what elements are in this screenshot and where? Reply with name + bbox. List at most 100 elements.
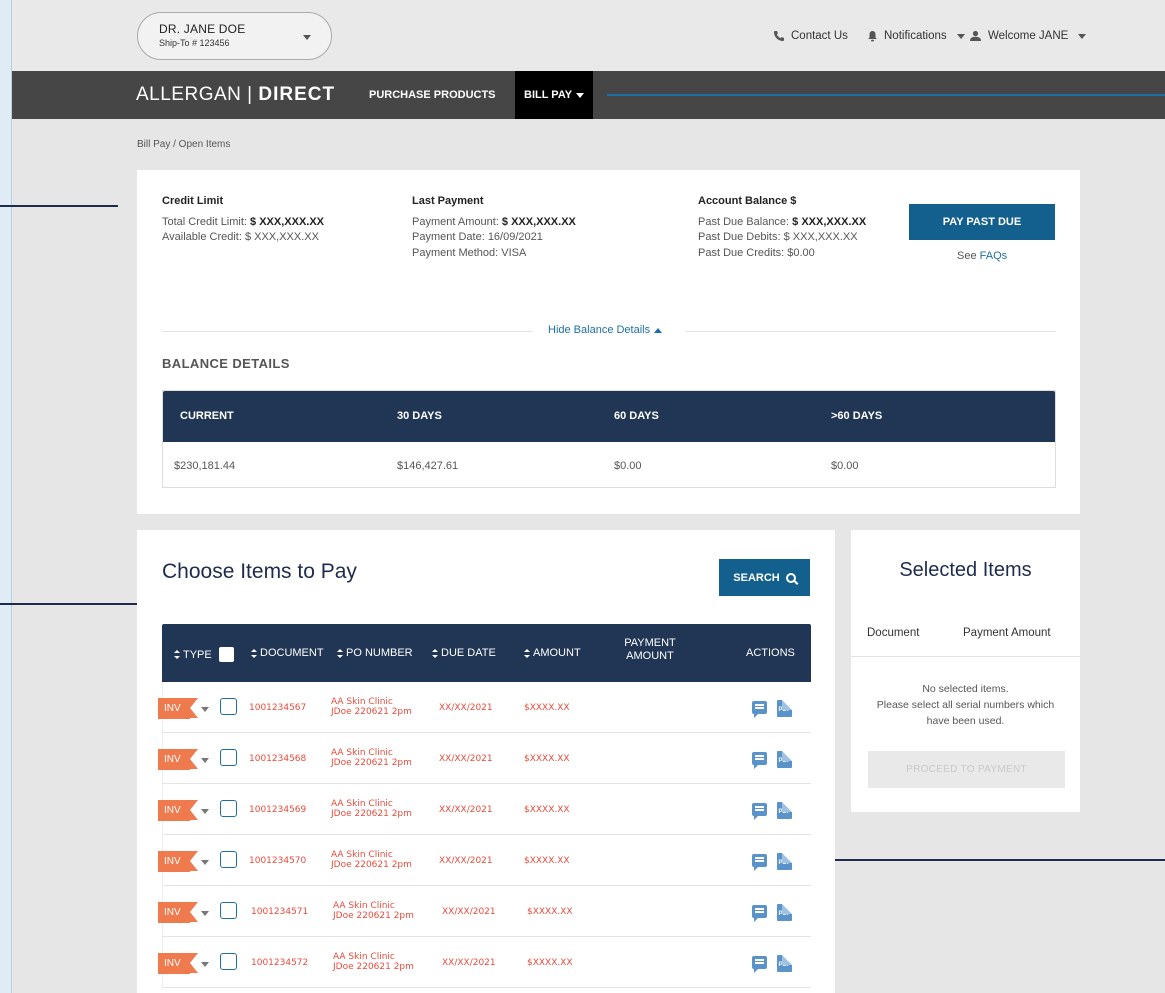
chevron-down-icon[interactable]: [201, 962, 209, 967]
chevron-down-icon[interactable]: [201, 809, 209, 814]
chevron-down-icon: [576, 92, 585, 98]
po-number: AA Skin Clinic JDoe 220621 2pm: [331, 850, 412, 870]
sort-icon: [174, 650, 180, 659]
chevron-down-icon[interactable]: [201, 911, 209, 916]
pdf-icon[interactable]: PDF: [777, 955, 792, 972]
bd-header-60: 60 DAYS: [614, 410, 659, 422]
past-due-label: Past Due Balance:: [698, 215, 793, 228]
empty-line-3: have been used.: [926, 715, 1005, 727]
po-number: AA Skin Clinic JDoe 220621 2pm: [331, 697, 412, 717]
document-link[interactable]: 1001234571: [251, 907, 308, 917]
chevron-down-icon: [956, 33, 965, 39]
col-due-date[interactable]: DUE DATE: [432, 647, 496, 659]
bell-icon: [868, 31, 877, 42]
chevron-down-icon[interactable]: [201, 758, 209, 763]
side-strip: [0, 0, 12, 993]
select-all-checkbox[interactable]: [218, 647, 234, 662]
due-date: XX/XX/2021: [439, 805, 493, 815]
total-credit-limit: Total Credit Limit: $ XXX,XXX.XX: [162, 215, 324, 231]
balance-details-title: BALANCE DETAILS: [162, 356, 290, 371]
po-line-1: AA Skin Clinic: [333, 952, 395, 962]
payment-method: Payment Method: VISA: [412, 246, 527, 259]
col-document[interactable]: DOCUMENT: [251, 647, 324, 659]
allergan-direct-logo[interactable]: ALLERGAN | DIRECT: [136, 84, 335, 106]
credit-limit-block: Credit Limit Total Credit Limit: $ XXX,X…: [162, 194, 324, 246]
search-label: SEARCH: [733, 571, 780, 584]
sort-icon: [251, 648, 257, 658]
search-button[interactable]: SEARCH: [719, 559, 810, 596]
contact-us-link[interactable]: Contact Us: [773, 30, 848, 42]
document-link[interactable]: 1001234570: [249, 856, 306, 866]
selected-divider: [851, 656, 1080, 657]
chevron-down-icon: [303, 35, 311, 40]
po-line-2: JDoe 220621 2pm: [331, 860, 412, 870]
pdf-icon[interactable]: PDF: [777, 751, 792, 768]
po-line-2: JDoe 220621 2pm: [331, 809, 412, 819]
document-link[interactable]: 1001234572: [251, 958, 308, 968]
notifications-menu[interactable]: Notifications: [867, 30, 965, 42]
top-bar: DR. JANE DOE Ship-To # 123456 Contact Us…: [12, 0, 1165, 71]
document-link[interactable]: 1001234568: [249, 754, 306, 764]
col-amount-label: AMOUNT: [533, 647, 581, 659]
user-icon: [970, 30, 981, 41]
type-badge: INV: [158, 749, 198, 770]
comment-icon[interactable]: [752, 905, 767, 922]
po-line-2: JDoe 220621 2pm: [333, 962, 414, 972]
row-checkbox[interactable]: [220, 953, 237, 970]
po-number: AA Skin Clinic JDoe 220621 2pm: [333, 901, 414, 921]
bd-header-over-60: >60 DAYS: [831, 410, 883, 422]
pdf-icon[interactable]: PDF: [777, 802, 792, 819]
po-number: AA Skin Clinic JDoe 220621 2pm: [331, 799, 412, 819]
account-selector[interactable]: DR. JANE DOE Ship-To # 123456: [137, 12, 332, 60]
proceed-to-payment-button[interactable]: PROCEED TO PAYMENT: [868, 751, 1065, 788]
col-type-label: TYPE: [183, 648, 212, 661]
table-row: INV 1001234567 AA Skin Clinic JDoe 220621…: [158, 682, 811, 733]
chevron-down-icon[interactable]: [201, 707, 209, 712]
comment-icon[interactable]: [752, 701, 767, 718]
comment-icon[interactable]: [752, 803, 767, 820]
welcome-menu[interactable]: Welcome JANE: [969, 30, 1087, 42]
pdf-icon[interactable]: PDF: [777, 904, 792, 921]
past-due-balance: Past Due Balance: $ XXX,XXX.XX: [698, 215, 866, 231]
faqs-link[interactable]: FAQs: [980, 250, 1008, 262]
table-row: INV 1001234568 AA Skin Clinic JDoe 220621…: [158, 733, 811, 784]
see-faqs: See FAQs: [957, 250, 1007, 262]
row-checkbox[interactable]: [220, 851, 237, 868]
col-payment-line-2: AMOUNT: [626, 650, 674, 662]
payment-amount-value: $ XXX,XXX.XX: [501, 215, 576, 228]
nav-bill-pay[interactable]: BILL PAY: [515, 71, 594, 119]
total-credit-value: $ XXX,XXX.XX: [250, 215, 325, 228]
phone-icon: [774, 31, 784, 41]
pay-past-due-button[interactable]: PAY PAST DUE: [909, 204, 1055, 240]
row-checkbox[interactable]: [220, 749, 237, 766]
col-type[interactable]: TYPE: [174, 647, 234, 662]
chevron-down-icon[interactable]: [201, 860, 209, 865]
comment-icon[interactable]: [752, 956, 767, 973]
document-link[interactable]: 1001234569: [249, 805, 306, 815]
document-link[interactable]: 1001234567: [249, 703, 306, 713]
bd-value-over-60: $0.00: [831, 460, 859, 472]
amount: $XXXX.XX: [527, 907, 573, 917]
col-po-number[interactable]: PO NUMBER: [337, 647, 413, 659]
due-date: XX/XX/2021: [442, 958, 496, 968]
row-checkbox[interactable]: [220, 902, 237, 919]
contact-us-label: Contact Us: [791, 30, 848, 42]
hide-balance-details-toggle[interactable]: Hide Balance Details: [548, 324, 663, 336]
comment-icon[interactable]: [752, 854, 767, 871]
comment-icon[interactable]: [752, 752, 767, 769]
row-checkbox[interactable]: [220, 800, 237, 817]
col-amount[interactable]: AMOUNT: [524, 647, 581, 659]
payment-amount-label: Payment Amount:: [412, 215, 502, 228]
main-nav: ALLERGAN | DIRECT PURCHASE PRODUCTS BILL…: [12, 71, 1165, 119]
bd-header-current: CURRENT: [180, 410, 234, 422]
pdf-icon[interactable]: PDF: [777, 700, 792, 717]
pdf-icon[interactable]: PDF: [777, 853, 792, 870]
row-checkbox[interactable]: [220, 698, 237, 715]
po-line-2: JDoe 220621 2pm: [333, 911, 414, 921]
type-badge: INV: [158, 800, 198, 821]
nav-purchase-products[interactable]: PURCHASE PRODUCTS: [360, 71, 505, 119]
po-line-1: AA Skin Clinic: [331, 748, 393, 758]
po-line-2: JDoe 220621 2pm: [331, 707, 412, 717]
annotation-line-1: [0, 205, 118, 207]
selected-col-document: Document: [867, 627, 920, 639]
